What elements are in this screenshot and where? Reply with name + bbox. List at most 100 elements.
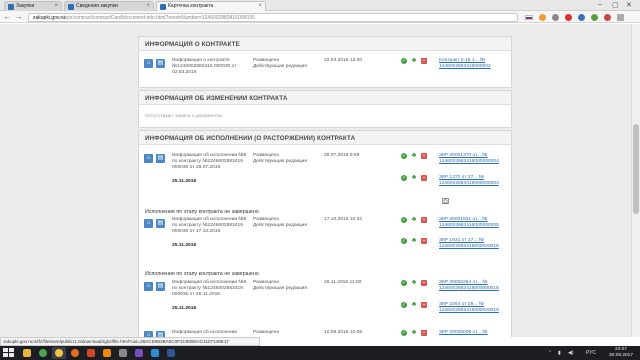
check-icon: ✓ bbox=[401, 175, 407, 181]
document-link[interactable]: ЗКР 2264 от 29... № 12460028834160000000… bbox=[439, 302, 511, 314]
panel-title: ИНФОРМАЦИЯ ОБ ИЗМЕНЕНИИ КОНТРАКТА bbox=[145, 95, 288, 102]
pdf-icon[interactable]: ▪ bbox=[421, 175, 427, 181]
back-arrow-icon[interactable]: ← bbox=[3, 12, 11, 21]
check-icon: ✓ bbox=[401, 280, 407, 286]
pdf-icon[interactable]: ▪ bbox=[421, 302, 427, 308]
tree-icon[interactable]: ♣ bbox=[411, 57, 417, 64]
close-tab-icon[interactable]: × bbox=[54, 3, 58, 9]
home-icon[interactable]: ⌂ bbox=[144, 219, 153, 228]
tree-icon[interactable]: ♣ bbox=[411, 237, 417, 244]
home-icon[interactable]: ⌂ bbox=[144, 59, 153, 68]
status-url-bar: zakupki.gov.ru/44fz/filestore/public/1.0… bbox=[0, 337, 260, 346]
document-link[interactable]: ЗКР 00001370 от... № 1246002883416000000… bbox=[439, 153, 511, 165]
close-window-icon[interactable]: ✕ bbox=[626, 1, 632, 9]
tree-icon[interactable]: ♣ bbox=[411, 174, 417, 181]
panel-header: ИНФОРМАЦИЯ ОБ ИЗМЕНЕНИИ КОНТРАКТА bbox=[139, 91, 511, 105]
check-icon: ✓ bbox=[401, 302, 407, 308]
network-icon[interactable]: ▮ bbox=[558, 350, 561, 356]
pdf-icon[interactable]: ▪ bbox=[421, 280, 427, 286]
browser-tab-bar: Закупки × Сведения закупки × Карточка ко… bbox=[0, 0, 640, 11]
print-icon[interactable]: ⎙ bbox=[442, 198, 449, 205]
pdf-icon[interactable]: ▪ bbox=[421, 330, 427, 336]
taskbar-chrome-icon[interactable] bbox=[36, 347, 50, 359]
document-link[interactable]: ЗКР 00001931 от... № 1246002883416000000… bbox=[439, 217, 511, 229]
tab-zakupki[interactable]: Закупки × bbox=[4, 1, 62, 11]
taskbar-visualstudio-icon[interactable] bbox=[132, 347, 146, 359]
execution-posted-date: 10.09.2016 10:06 bbox=[324, 330, 363, 335]
close-tab-icon[interactable]: × bbox=[258, 3, 262, 9]
document-link[interactable]: ЗКР 1931 от 17... № 12460028834160000000… bbox=[439, 238, 511, 250]
page-scrollbar[interactable] bbox=[631, 24, 640, 337]
adblock-icon[interactable] bbox=[565, 14, 572, 21]
tab-svedeniya[interactable]: Сведения закупки × bbox=[64, 1, 154, 11]
document-icon[interactable]: ▤ bbox=[156, 282, 165, 291]
taskbar-powerpoint-icon[interactable] bbox=[84, 347, 98, 359]
check-icon: ✓ bbox=[401, 153, 407, 159]
russian-flag-icon bbox=[525, 15, 533, 20]
pdf-icon[interactable]: ▪ bbox=[421, 238, 427, 244]
extension-icon[interactable] bbox=[604, 14, 611, 21]
address-path: /epz/contract/contractCard/document-info… bbox=[63, 15, 255, 21]
taskbar-app-icon[interactable] bbox=[148, 347, 162, 359]
extension-icon[interactable] bbox=[539, 14, 546, 21]
clock-date: 30.08.2017 bbox=[608, 353, 633, 358]
check-icon: ✓ bbox=[401, 238, 407, 244]
scrollbar-thumb[interactable] bbox=[633, 124, 639, 214]
panel-header: ИНФОРМАЦИЯ О КОНТРАКТЕ bbox=[139, 37, 511, 51]
execution-name: Информация об исполнении №5 по контракту… bbox=[172, 217, 247, 235]
home-icon[interactable]: ⌂ bbox=[144, 282, 153, 291]
contract-link[interactable]: Контракт 2-15 1... № 1246002883416000002 bbox=[439, 58, 509, 70]
contract-name: Информация о контракте №1246002883416 00… bbox=[172, 58, 237, 76]
pdf-icon[interactable]: ▪ bbox=[421, 217, 427, 223]
tray-chevron-icon[interactable]: ⌃ bbox=[548, 350, 552, 356]
document-icon[interactable]: ▤ bbox=[156, 154, 165, 163]
tree-icon[interactable]: ♣ bbox=[411, 329, 417, 336]
minimize-icon[interactable]: – bbox=[598, 1, 602, 8]
close-tab-icon[interactable]: × bbox=[146, 3, 150, 9]
execution-date: 25.11.2016 bbox=[172, 243, 197, 248]
contract-execution-panel: ИНФОРМАЦИЯ ОБ ИСПОЛНЕНИИ (О РАСТОРЖЕНИИ)… bbox=[138, 130, 512, 337]
taskbar-media-icon[interactable] bbox=[116, 347, 130, 359]
tab-title: Закупки bbox=[16, 3, 35, 9]
execution-name: Информация об исполнении №5 по контракту… bbox=[172, 153, 247, 171]
document-icon[interactable]: ▤ bbox=[156, 59, 165, 68]
taskbar-explorer-icon[interactable] bbox=[20, 347, 34, 359]
taskbar-firefox-icon[interactable] bbox=[68, 347, 82, 359]
execution-date: 25.11.2016 bbox=[172, 306, 197, 311]
taskbar-word-icon[interactable] bbox=[164, 347, 178, 359]
tree-icon[interactable]: ♣ bbox=[411, 216, 417, 223]
windows-taskbar: ⌃ ▮ ◀) РУС 23:07 30.08.2017 bbox=[0, 346, 640, 360]
taskbar-yandex-icon[interactable] bbox=[52, 347, 66, 359]
tree-icon[interactable]: ♣ bbox=[411, 301, 417, 308]
address-bar[interactable]: zakupki.gov.ru /epz/contract/contractCar… bbox=[28, 13, 518, 22]
maximize-icon[interactable]: ▢ bbox=[612, 1, 619, 9]
tab-kartochka[interactable]: Карточка контракта × bbox=[156, 1, 266, 11]
contract-info-panel: ИНФОРМАЦИЯ О КОНТРАКТЕ ⌂ ▤ Информация о … bbox=[138, 36, 512, 88]
document-link[interactable]: ЗКР 1370 от 27... № 12460028834160000000… bbox=[439, 175, 511, 187]
document-link[interactable]: ЗКР 00002264 от... № 1246002883416000000… bbox=[439, 280, 511, 292]
extension-icon[interactable] bbox=[578, 14, 585, 21]
language-indicator[interactable]: РУС bbox=[586, 350, 596, 356]
tree-icon[interactable]: ♣ bbox=[411, 152, 417, 159]
panel-title: ИНФОРМАЦИЯ ОБ ИСПОЛНЕНИИ (О РАСТОРЖЕНИИ)… bbox=[145, 135, 356, 142]
volume-icon[interactable]: ◀) bbox=[568, 350, 574, 356]
taskbar-vlc-icon[interactable] bbox=[100, 347, 114, 359]
execution-status: Размещено Действующая редакция bbox=[253, 280, 308, 292]
home-icon[interactable]: ⌂ bbox=[144, 154, 153, 163]
forward-arrow-icon[interactable]: → bbox=[15, 12, 23, 21]
extension-icon[interactable] bbox=[552, 14, 559, 21]
pdf-icon[interactable]: ▪ bbox=[421, 58, 427, 64]
windows-start-icon[interactable] bbox=[3, 348, 15, 358]
tree-icon[interactable]: ♣ bbox=[411, 279, 417, 286]
execution-name: Информация об исполнении №6 по контракту… bbox=[172, 280, 247, 298]
system-clock[interactable]: 23:07 30.08.2017 bbox=[604, 347, 638, 359]
pdf-icon[interactable]: ▪ bbox=[421, 153, 427, 159]
execution-posted-date: 17.10.2016 10:32 bbox=[324, 217, 363, 222]
execution-status: Размещено Действующая редакция bbox=[253, 217, 308, 229]
menu-icon[interactable] bbox=[617, 14, 624, 21]
extension-icon[interactable] bbox=[591, 14, 598, 21]
document-icon[interactable]: ▤ bbox=[156, 219, 165, 228]
document-link[interactable]: ЗКР 00005008 от... № bbox=[439, 330, 511, 336]
execution-name: Информация об исполнении bbox=[172, 330, 238, 335]
contract-date: 02.03.2016 12:20 bbox=[324, 58, 363, 63]
